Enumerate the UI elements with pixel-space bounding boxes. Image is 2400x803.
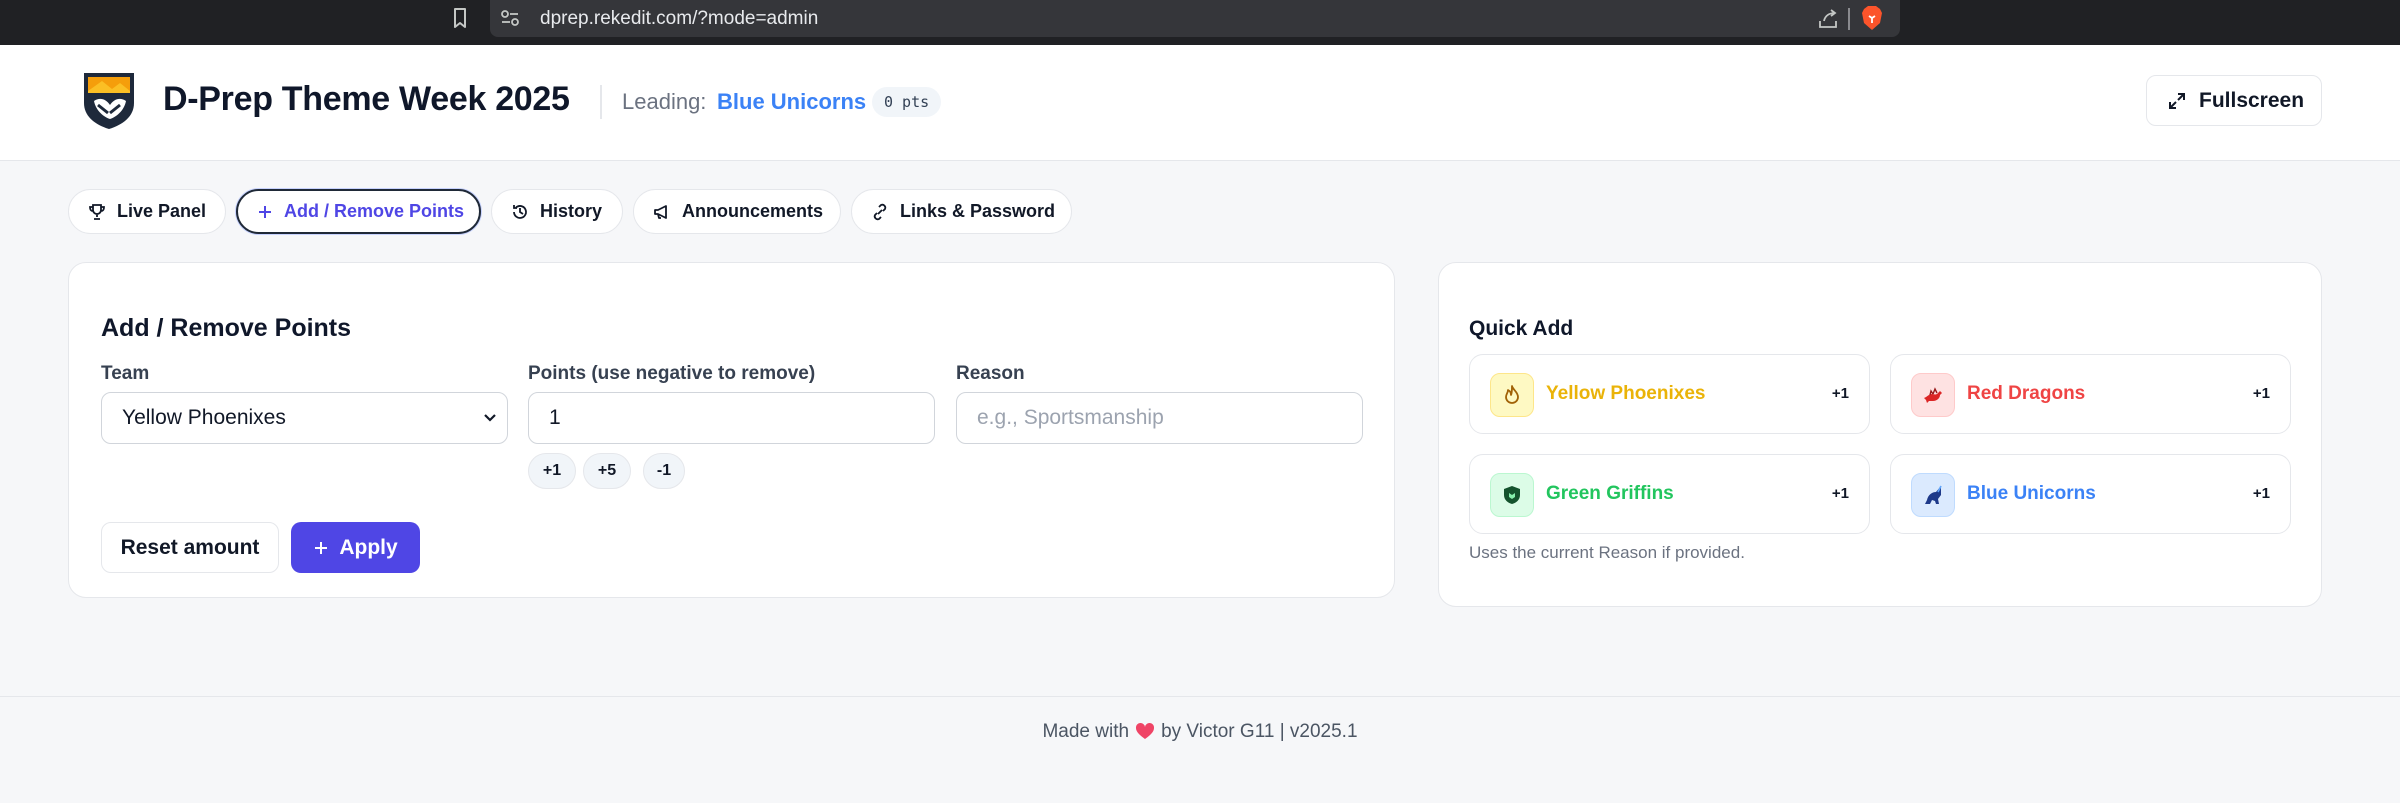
history-icon <box>513 204 527 219</box>
leading-label: Leading: <box>622 89 707 114</box>
tab-label: History <box>540 201 603 221</box>
team-plus: +1 <box>2252 485 2270 502</box>
team-name: Red Dragons <box>1967 383 2086 404</box>
quick-add-note: Uses the current Reason if provided. <box>1469 543 1745 562</box>
browser-toolbar: dprep.rekedit.com/?mode=admin <box>0 0 2400 45</box>
tab-history[interactable]: History <box>491 189 623 234</box>
team-name: Blue Unicorns <box>1967 483 2096 504</box>
brave-shield-icon[interactable] <box>1860 5 1884 31</box>
team-select-value: Yellow Phoenixes <box>122 406 286 429</box>
tab-links-password[interactable]: Links & Password <box>851 189 1072 234</box>
unicorn-icon <box>1911 473 1955 517</box>
quick-add-title: Quick Add <box>1469 317 1574 340</box>
chip-plus-1[interactable]: +1 <box>528 453 576 489</box>
dragon-icon <box>1911 373 1955 417</box>
tab-label: Announcements <box>682 201 824 221</box>
tab-announcements[interactable]: Announcements <box>633 189 841 234</box>
fullscreen-button[interactable]: Fullscreen <box>2146 75 2322 126</box>
points-label: Points (use negative to remove) <box>528 363 816 384</box>
reset-amount-button[interactable]: Reset amount <box>101 522 279 573</box>
tab-label: Live Panel <box>117 201 207 221</box>
share-icon[interactable] <box>1816 7 1840 31</box>
bookmark-icon[interactable] <box>448 6 472 30</box>
points-input-value: 1 <box>549 406 561 429</box>
quick-add-blue-unicorns[interactable]: Blue Unicorns +1 <box>1890 454 2291 534</box>
tab-label: Add / Remove Points <box>284 201 465 221</box>
apply-label: Apply <box>339 535 398 559</box>
team-label: Team <box>101 363 150 384</box>
team-plus: +1 <box>1831 485 1849 502</box>
team-name: Green Griffins <box>1546 483 1674 504</box>
plus-icon <box>315 541 328 554</box>
app-header: D-Prep Theme Week 2025 Leading: Blue Uni… <box>0 45 2400 161</box>
quick-add-red-dragons[interactable]: Red Dragons +1 <box>1890 354 2291 434</box>
quick-add-card: Quick Add Yellow Phoenixes +1 Red Dragon… <box>1438 262 2322 607</box>
site-settings-icon[interactable] <box>500 9 520 27</box>
quick-add-yellow-phoenixes[interactable]: Yellow Phoenixes +1 <box>1469 354 1870 434</box>
megaphone-icon <box>654 204 667 219</box>
url-text[interactable]: dprep.rekedit.com/?mode=admin <box>540 8 818 30</box>
tab-add-remove-points[interactable]: Add / Remove Points <box>236 189 481 234</box>
tab-label: Links & Password <box>900 201 1056 221</box>
quick-add-green-griffins[interactable]: Green Griffins +1 <box>1469 454 1870 534</box>
team-plus: +1 <box>1831 385 1849 402</box>
team-select[interactable]: Yellow Phoenixes <box>101 392 508 444</box>
heart-icon <box>1136 722 1155 739</box>
address-bar[interactable]: dprep.rekedit.com/?mode=admin <box>490 0 1900 37</box>
leading-team: Blue Unicorns <box>717 89 867 114</box>
toolbar-separator <box>1848 8 1850 30</box>
fullscreen-label: Fullscreen <box>2199 88 2305 112</box>
expand-icon <box>2169 92 2185 109</box>
title-divider <box>600 85 602 119</box>
footer: Made with by Victor G11 | v2025.1 <box>0 696 2400 803</box>
plus-icon <box>259 205 271 218</box>
footer-by: by Victor G11 | v2025.1 <box>1161 721 1358 742</box>
points-input[interactable]: 1 <box>528 392 935 444</box>
add-remove-points-card: Add / Remove Points Team Yellow Phoenixe… <box>68 262 1395 598</box>
shield-icon <box>1490 473 1534 517</box>
trophy-icon <box>89 203 105 220</box>
team-name: Yellow Phoenixes <box>1546 383 1706 404</box>
reason-placeholder: e.g., Sportsmanship <box>977 406 1164 429</box>
chip-plus-5[interactable]: +5 <box>583 453 631 489</box>
footer-made-with: Made with <box>1042 721 1130 742</box>
footer-text: Made with by Victor G11 | v2025.1 <box>0 721 2400 743</box>
apply-button[interactable]: Apply <box>291 522 420 573</box>
points-badge: 0 pts <box>872 87 942 117</box>
card-title: Add / Remove Points <box>101 314 352 342</box>
team-plus: +1 <box>2252 385 2270 402</box>
logo <box>84 73 134 129</box>
app-title: D-Prep Theme Week 2025 <box>163 80 570 118</box>
reason-input[interactable]: e.g., Sportsmanship <box>956 392 1363 444</box>
reason-label: Reason <box>956 363 1025 384</box>
chip-minus-1[interactable]: -1 <box>643 453 685 489</box>
chevron-down-icon <box>484 414 496 422</box>
flame-icon <box>1490 373 1534 417</box>
tab-live-panel[interactable]: Live Panel <box>68 189 226 234</box>
link-icon <box>873 203 887 220</box>
